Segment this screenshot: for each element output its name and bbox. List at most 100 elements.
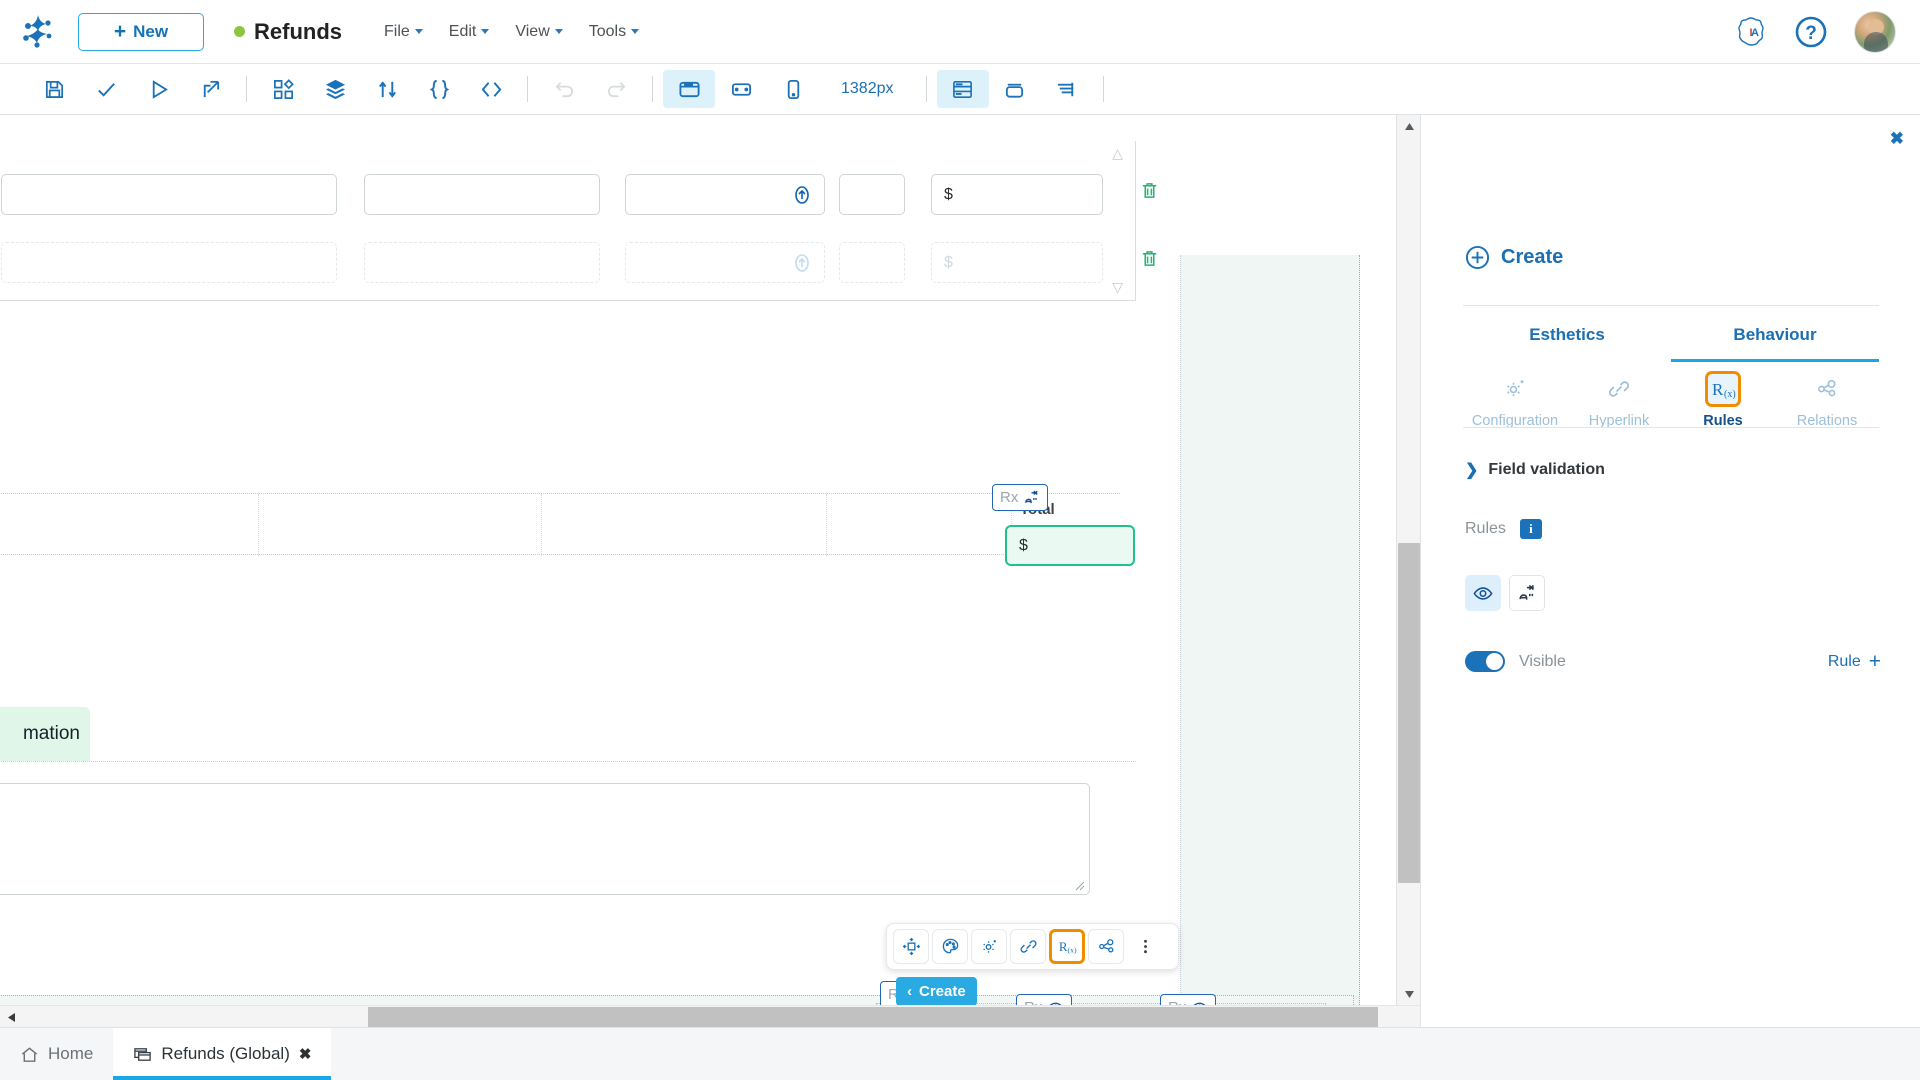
rule-mode-buttons bbox=[1465, 575, 1545, 611]
new-button[interactable]: + New bbox=[78, 12, 204, 51]
design-canvas[interactable]: △ ▽ $ $ Rx $ mation R (x) ‹ Create bbox=[0, 115, 1420, 1005]
row1-category-input[interactable] bbox=[364, 174, 600, 215]
variables-button[interactable] bbox=[413, 70, 465, 108]
toolbar-separator bbox=[246, 76, 247, 102]
relations-nodes-icon[interactable] bbox=[1088, 929, 1124, 964]
total-rx-badge[interactable]: Rx bbox=[992, 484, 1049, 511]
menu-bar: File Edit View Tools bbox=[384, 23, 640, 41]
menu-file[interactable]: File bbox=[384, 23, 423, 41]
add-rule-label: Rule bbox=[1827, 652, 1861, 670]
subtab-rules[interactable]: R (x) Rules bbox=[1671, 371, 1775, 429]
visible-toggle[interactable] bbox=[1465, 651, 1505, 672]
workflow-button[interactable] bbox=[361, 70, 413, 108]
tablet-preview-button[interactable] bbox=[715, 70, 767, 108]
close-panel-icon[interactable]: ✖ bbox=[1890, 129, 1904, 149]
row1-description-input[interactable] bbox=[1, 174, 337, 215]
delete-rx-label: Rx bbox=[1168, 999, 1186, 1005]
scroll-left-arrow-icon[interactable] bbox=[0, 1006, 22, 1028]
chevron-up-icon[interactable]: △ bbox=[1112, 145, 1123, 162]
panel-tabs: Esthetics Behaviour bbox=[1463, 310, 1879, 362]
gear-sparkle-icon[interactable] bbox=[971, 929, 1007, 964]
question-mark-help-icon[interactable]: ? bbox=[1794, 15, 1828, 49]
align-layout-button[interactable] bbox=[1041, 70, 1093, 108]
user-avatar[interactable] bbox=[1854, 10, 1896, 53]
tab-behaviour-label: Behaviour bbox=[1733, 324, 1817, 344]
tab-esthetics[interactable]: Esthetics bbox=[1463, 310, 1671, 362]
ia-assistant-icon[interactable]: I A bbox=[1734, 15, 1768, 49]
field-validation-section[interactable]: ❯ Field validation bbox=[1465, 460, 1605, 480]
app-header: + New Refunds File Edit View Tools I A ? bbox=[0, 0, 1920, 64]
scroll-up-arrow-icon[interactable] bbox=[1397, 115, 1421, 137]
row2-description-input[interactable] bbox=[1, 242, 337, 283]
resize-grip-icon[interactable] bbox=[1074, 880, 1085, 891]
toggle-knob bbox=[1486, 653, 1503, 670]
menu-edit-label: Edit bbox=[448, 22, 477, 40]
layers-button[interactable] bbox=[309, 70, 361, 108]
mobile-preview-button[interactable] bbox=[767, 70, 819, 108]
menu-edit[interactable]: Edit bbox=[449, 23, 490, 41]
info-circle-icon[interactable]: i bbox=[1519, 519, 1542, 539]
comment-textarea[interactable] bbox=[0, 783, 1090, 895]
menu-tools[interactable]: Tools bbox=[589, 23, 640, 41]
row2-trash-icon[interactable] bbox=[1140, 249, 1159, 268]
undo-button[interactable] bbox=[538, 70, 590, 108]
rx-formula-icon[interactable]: R (x) bbox=[1049, 929, 1085, 964]
subtab-configuration[interactable]: Configuration bbox=[1463, 371, 1567, 429]
rule-mode-formula-button[interactable] bbox=[1509, 575, 1545, 611]
column-divider bbox=[826, 494, 827, 556]
validate-button[interactable] bbox=[80, 70, 132, 108]
run-button[interactable] bbox=[132, 70, 184, 108]
panel-title: Create bbox=[1465, 245, 1563, 270]
upload-circle-icon[interactable] bbox=[792, 253, 812, 273]
palette-icon[interactable] bbox=[932, 929, 968, 964]
bottom-tab-home-label: Home bbox=[48, 1044, 94, 1063]
application-root: + New Refunds File Edit View Tools I A ?… bbox=[0, 0, 1920, 1080]
container-layout-button[interactable] bbox=[989, 70, 1041, 108]
toolbar-separator bbox=[925, 76, 927, 102]
row2-category-input[interactable] bbox=[364, 242, 600, 283]
scroll-down-arrow-icon[interactable] bbox=[1397, 983, 1421, 1005]
canvas-vertical-scrollbar[interactable] bbox=[1396, 115, 1420, 1005]
modify-rx-badge[interactable]: Rx bbox=[1016, 994, 1073, 1005]
close-x-icon[interactable]: ✖ bbox=[299, 1045, 312, 1063]
rule-mode-visibility-button[interactable] bbox=[1465, 575, 1501, 611]
information-section-tab[interactable]: mation bbox=[0, 707, 90, 761]
add-rule-button[interactable]: Rule + bbox=[1828, 651, 1881, 672]
row2-attachment-input[interactable] bbox=[625, 242, 825, 283]
vertical-dots-icon[interactable] bbox=[1127, 929, 1163, 964]
selection-breadcrumb-tooltip[interactable]: ‹ Create bbox=[896, 977, 977, 1005]
tab-behaviour[interactable]: Behaviour bbox=[1671, 310, 1879, 362]
vertical-scroll-thumb[interactable] bbox=[1398, 543, 1420, 883]
delete-rx-badge[interactable]: Rx bbox=[1160, 994, 1217, 1005]
row2-quantity-input[interactable] bbox=[839, 242, 905, 283]
row1-trash-icon[interactable] bbox=[1140, 181, 1159, 200]
total-amount-input[interactable]: $ bbox=[1005, 525, 1135, 566]
publish-button[interactable] bbox=[184, 70, 236, 108]
subtab-hyperlink[interactable]: Hyperlink bbox=[1567, 371, 1671, 429]
row1-quantity-input[interactable] bbox=[839, 174, 905, 215]
source-code-button[interactable] bbox=[465, 70, 517, 108]
desktop-preview-button[interactable] bbox=[663, 70, 715, 108]
canvas-horizontal-scrollbar[interactable] bbox=[0, 1005, 1420, 1027]
row1-attachment-input[interactable] bbox=[625, 174, 825, 215]
upload-circle-icon[interactable] bbox=[792, 185, 812, 205]
row2-amount-input[interactable]: $ bbox=[931, 242, 1103, 283]
bottom-tab-home[interactable]: Home bbox=[0, 1028, 113, 1080]
home-icon bbox=[20, 1045, 39, 1064]
frog-logo-icon[interactable] bbox=[0, 11, 78, 53]
horizontal-scroll-thumb[interactable] bbox=[368, 1007, 1378, 1027]
link-chain-icon[interactable] bbox=[1010, 929, 1046, 964]
redo-button[interactable] bbox=[590, 70, 642, 108]
toolbar-separator bbox=[1102, 76, 1104, 102]
selection-breadcrumb-label: Create bbox=[919, 983, 966, 1000]
widgets-button[interactable] bbox=[257, 70, 309, 108]
bottom-tab-refunds[interactable]: Refunds (Global) ✖ bbox=[113, 1028, 332, 1080]
menu-view[interactable]: View bbox=[515, 23, 563, 41]
move-arrows-icon[interactable] bbox=[893, 929, 929, 964]
document-title: Refunds bbox=[234, 19, 342, 45]
svg-text:A: A bbox=[1751, 27, 1759, 39]
row1-amount-input[interactable]: $ bbox=[931, 174, 1103, 215]
subtab-relations[interactable]: Relations bbox=[1775, 371, 1879, 429]
save-button[interactable] bbox=[28, 70, 80, 108]
form-layout-button[interactable] bbox=[936, 70, 989, 108]
